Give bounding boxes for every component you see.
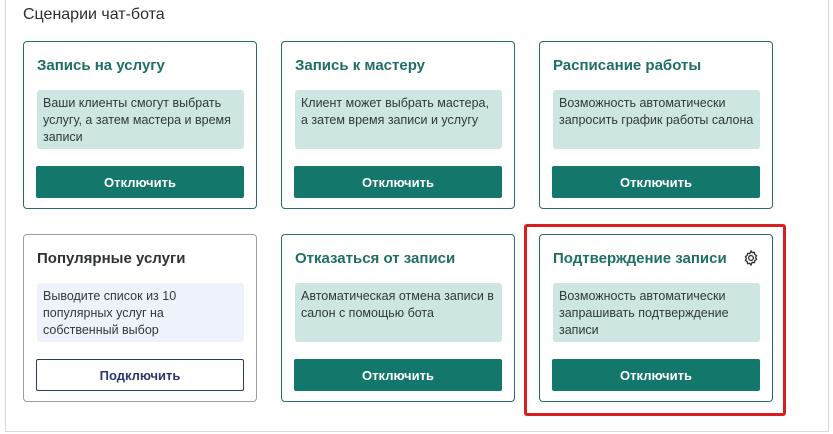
scenario-card-book-master: Запись к мастеру Клиент может выбрать ма… [281,41,515,209]
enable-button[interactable]: Подключить [36,359,244,391]
card-description: Клиент может выбрать мастера, а затем вр… [295,90,502,149]
card-title: Отказаться от записи [295,250,456,267]
disable-button[interactable]: Отключить [294,359,502,391]
scenario-card-booking-confirmation: Подтверждение записи Возможность автомат… [539,234,773,402]
card-description: Возможность автоматически запросить граф… [553,90,760,149]
card-title: Подтверждение записи [553,250,727,267]
card-description: Выводите список из 10 популярных услуг н… [37,283,244,342]
disable-button[interactable]: Отключить [36,166,244,198]
scenario-card-popular-services: Популярные услуги Выводите список из 10 … [23,234,257,402]
card-title: Популярные услуги [37,250,186,267]
disable-button[interactable]: Отключить [294,166,502,198]
scenario-card-cancel-booking: Отказаться от записи Автоматическая отме… [281,234,515,402]
disable-button[interactable]: Отключить [552,166,760,198]
gear-icon[interactable] [742,249,760,267]
disable-button[interactable]: Отключить [552,359,760,391]
card-description: Автоматическая отмена записи в салон с п… [295,283,502,342]
card-description: Ваши клиенты смогут выбрать услугу, а за… [37,90,244,149]
card-title: Запись к мастеру [295,57,426,74]
card-title: Запись на услугу [37,57,165,74]
section-title: Сценарии чат-бота [23,6,165,23]
card-title: Расписание работы [553,57,702,74]
scenario-card-work-schedule: Расписание работы Возможность автоматиче… [539,41,773,209]
scenario-card-book-service: Запись на услугу Ваши клиенты смогут выб… [23,41,257,209]
card-description: Возможность автоматически запрашивать по… [553,283,760,342]
